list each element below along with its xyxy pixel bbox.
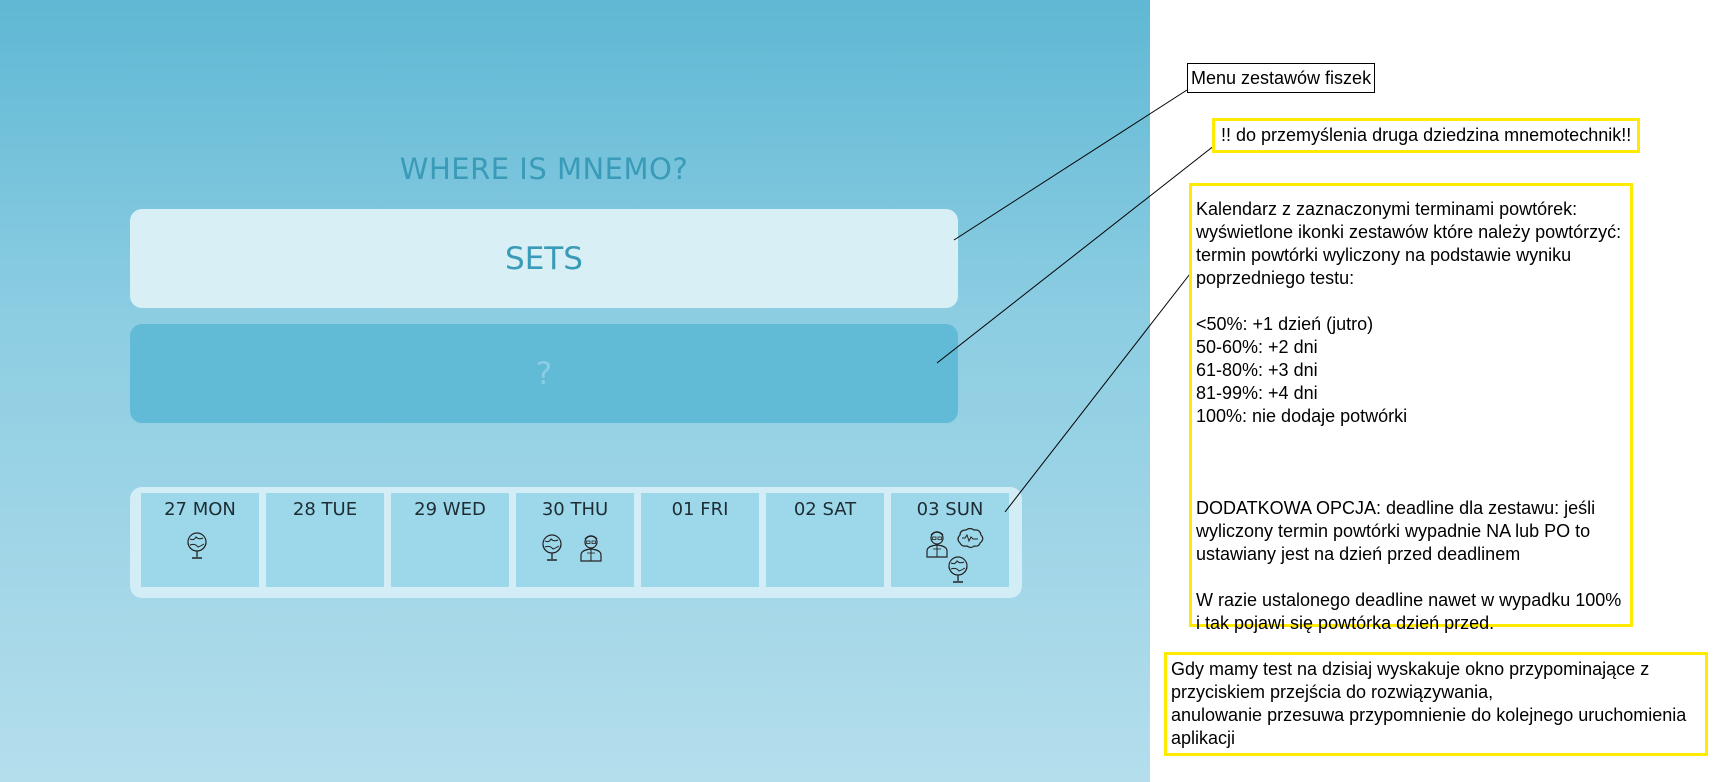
note-calendar: Kalendarz z zaznaczonymi terminami powtó…	[1189, 183, 1633, 633]
connector-mnemo	[936, 144, 1216, 364]
note-reminder: Gdy mamy test na dzisiaj wyskakuje okno …	[1164, 652, 1708, 756]
note-menu: Menu zestawów fiszek	[1187, 63, 1376, 93]
connector-calendar	[1004, 269, 1194, 513]
note-mnemo: !! do przemyślenia druga dziedzina mnemo…	[1212, 118, 1641, 153]
connector-menu	[953, 89, 1188, 241]
